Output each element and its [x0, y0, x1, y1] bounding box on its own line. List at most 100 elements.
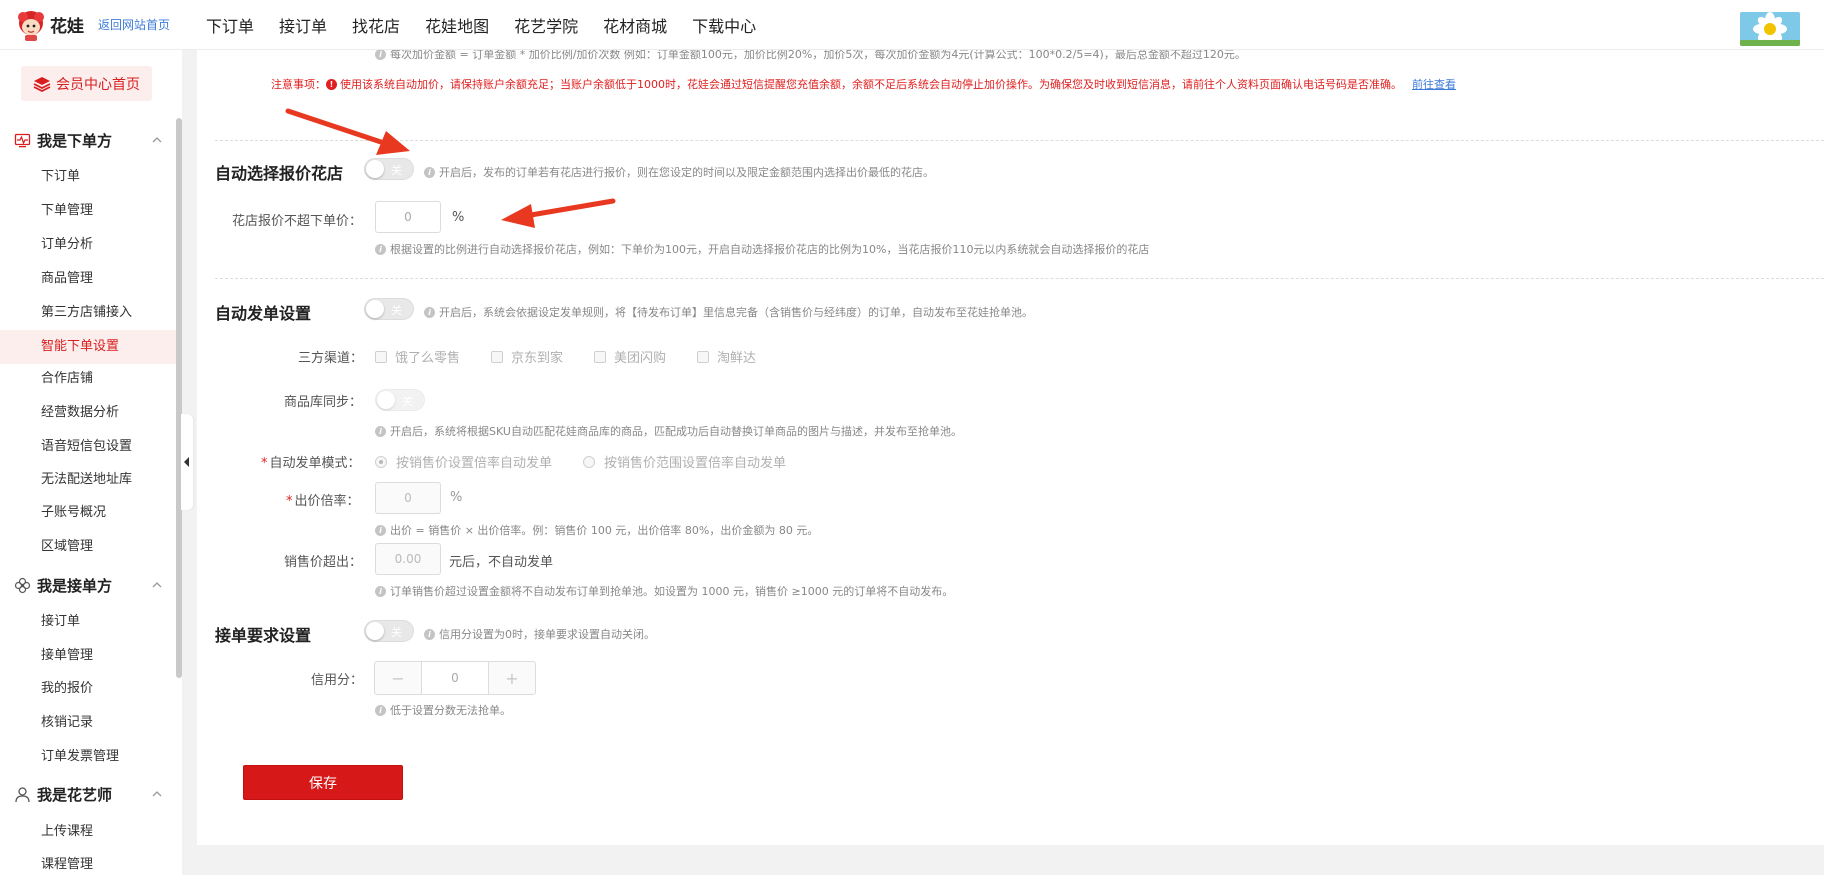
- quote-limit-suffix: %: [452, 210, 465, 225]
- sidebar-item-take-order-management[interactable]: 接单管理: [0, 641, 178, 671]
- quote-limit-input[interactable]: 0: [375, 201, 441, 233]
- toggle-knob: [366, 300, 384, 318]
- sidebar-item-place-order[interactable]: 下订单: [0, 162, 178, 192]
- sidebar-group-florist[interactable]: 我是花艺师: [14, 784, 164, 804]
- info-icon: i: [424, 306, 435, 318]
- price-exceed-hint: i 订单销售价超过设置金额将不自动发布订单到抢单池。如设置为 1000 元，销售…: [375, 583, 953, 599]
- site-logo[interactable]: 花娃: [14, 8, 84, 42]
- section-divider: [215, 140, 1824, 141]
- sidebar-item-take-order[interactable]: 接订单: [0, 607, 178, 637]
- notice-label: 注意事项：: [271, 78, 326, 91]
- bid-rate-label: * 出价倍率：: [286, 490, 360, 509]
- price-exceed-input[interactable]: 0.00: [375, 543, 441, 575]
- sidebar-item-partner-stores[interactable]: 合作店铺: [0, 364, 178, 394]
- sidebar-group-orderer[interactable]: 我是下单方: [14, 130, 164, 150]
- back-to-home-link[interactable]: 返回网站首页: [98, 16, 170, 33]
- sidebar-scrollbar[interactable]: [176, 118, 182, 678]
- channel-jddj-checkbox[interactable]: 京东到家: [491, 347, 563, 366]
- member-center-home-button[interactable]: 会员中心首页: [21, 66, 152, 101]
- chevron-up-icon: [150, 578, 164, 592]
- channel-eleme-label: 饿了么零售: [395, 351, 461, 366]
- auto-select-toggle[interactable]: 关: [364, 158, 414, 180]
- member-center-home-label: 会员中心首页: [56, 76, 140, 93]
- bid-rate-hint: i 出价 = 销售价 × 出价倍率。例：销售价 100 元，出价倍率 80%，出…: [375, 522, 818, 538]
- member-stack-icon: [33, 76, 51, 92]
- order-requirement-toggle[interactable]: 关: [364, 620, 414, 642]
- bid-rate-input[interactable]: 0: [375, 482, 441, 514]
- sidebar-item-region-management[interactable]: 区域管理: [0, 532, 178, 562]
- product-sync-hint: i 开启后，系统将根据SKU自动匹配花娃商品库的商品，匹配成功后自动替换订单商品…: [375, 423, 962, 439]
- info-icon: i: [375, 425, 386, 437]
- sidebar-group-florist-label: 我是花艺师: [37, 785, 113, 804]
- channel-meituan-label: 美团闪购: [614, 351, 667, 366]
- price-exceed-hint-text: 订单销售价超过设置金额将不自动发布订单到抢单池。如设置为 1000 元，销售价 …: [390, 585, 954, 598]
- sidebar-item-redemption-records[interactable]: 核销记录: [0, 708, 178, 738]
- sidebar-collapse-toggle[interactable]: [181, 414, 193, 510]
- sidebar-group-receiver[interactable]: 我是接单方: [14, 575, 164, 595]
- sidebar-item-order-analysis[interactable]: 订单分析: [0, 230, 178, 260]
- radio-dot: [375, 455, 387, 468]
- main-nav: 下订单 接订单 找花店 花娃地图 花艺学院 花材商城 下载中心: [206, 13, 781, 37]
- info-icon: i: [424, 628, 435, 640]
- nav-map[interactable]: 花娃地图: [425, 13, 489, 37]
- checkbox-box: [594, 350, 606, 363]
- mode-by-rate-radio[interactable]: 按销售价设置倍率自动发单: [375, 452, 552, 471]
- info-icon: i: [375, 243, 386, 255]
- brand-name: 花娃: [50, 17, 84, 37]
- sidebar-item-order-management[interactable]: 下单管理: [0, 196, 178, 226]
- nav-mall[interactable]: 花材商城: [603, 13, 667, 37]
- product-sync-toggle[interactable]: 关: [375, 389, 425, 411]
- toggle-knob: [366, 622, 384, 640]
- quote-limit-label: 花店报价不超下单价：: [232, 214, 363, 229]
- dispatch-mode-label-text: 自动发单模式：: [269, 456, 361, 471]
- chevron-up-icon: [150, 787, 164, 801]
- sidebar-item-invoice-management[interactable]: 订单发票管理: [0, 742, 178, 772]
- credit-score-input[interactable]: 0: [421, 662, 489, 694]
- sidebar-item-sms-package[interactable]: 语音短信包设置: [0, 432, 178, 462]
- auto-dispatch-toggle[interactable]: 关: [364, 298, 414, 320]
- logo-mascot-icon: [14, 8, 48, 42]
- sidebar-item-smart-order-settings[interactable]: 智能下单设置: [0, 330, 178, 364]
- third-party-channels-label: 三方渠道：: [298, 351, 364, 366]
- credit-decrease-button[interactable]: −: [375, 662, 421, 694]
- credit-increase-button[interactable]: +: [489, 662, 535, 694]
- checkbox-box: [491, 350, 503, 363]
- sidebar-item-undeliverable-addresses[interactable]: 无法配送地址库: [0, 465, 178, 495]
- checkbox-box: [375, 350, 387, 363]
- sidebar-group-orderer-label: 我是下单方: [37, 131, 113, 150]
- nav-find-florist[interactable]: 找花店: [352, 13, 400, 37]
- sidebar-item-product-management[interactable]: 商品管理: [0, 264, 178, 294]
- toggle-knob: [377, 391, 395, 409]
- channel-taoxianda-label: 淘鲜达: [717, 351, 757, 366]
- sidebar-item-business-data[interactable]: 经营数据分析: [0, 398, 178, 428]
- nav-academy[interactable]: 花艺学院: [514, 13, 578, 37]
- go-view-link[interactable]: 前往查看: [1412, 76, 1456, 92]
- toggle-knob: [366, 160, 384, 178]
- channel-taoxianda-checkbox[interactable]: 淘鲜达: [697, 347, 756, 366]
- nav-place-order[interactable]: 下订单: [206, 13, 254, 37]
- section-divider: [215, 278, 1824, 279]
- dispatch-mode-label: * 自动发单模式：: [261, 452, 361, 471]
- info-icon: i: [375, 48, 386, 60]
- quote-limit-hint: i 根据设置的比例进行自动选择报价花店，例如：下单价为100元，开启自动选择报价…: [375, 241, 1149, 257]
- sidebar-item-sub-accounts[interactable]: 子账号概况: [0, 498, 178, 528]
- save-button[interactable]: 保存: [243, 765, 403, 800]
- user-avatar[interactable]: [1740, 12, 1800, 46]
- sidebar-item-upload-course[interactable]: 上传课程: [0, 817, 178, 847]
- toggle-off-label: 关: [391, 164, 402, 177]
- channel-meituan-checkbox[interactable]: 美团闪购: [594, 347, 666, 366]
- channel-eleme-checkbox[interactable]: 饿了么零售: [375, 347, 460, 366]
- sidebar-item-my-quotes[interactable]: 我的报价: [0, 674, 178, 704]
- sidebar-item-course-management[interactable]: 课程管理: [0, 850, 178, 875]
- nav-download-center[interactable]: 下载中心: [692, 13, 756, 37]
- credit-score-hint-text: 低于设置分数无法抢单。: [390, 704, 511, 717]
- price-exceed-suffix: 元后，不自动发单: [449, 555, 554, 570]
- chevron-up-icon: [150, 133, 164, 147]
- order-requirement-hint: i 信用分设置为0时，接单要求设置自动关闭。: [424, 626, 655, 642]
- mode-by-range-radio[interactable]: 按销售价范围设置倍率自动发单: [583, 452, 786, 471]
- sidebar-item-third-party-store[interactable]: 第三方店铺接入: [0, 298, 178, 328]
- auto-dispatch-hint-text: 开启后，系统会依据设定发单规则，将【待发布订单】里信息完备（含销售价与经纬度）的…: [439, 306, 1033, 319]
- auto-dispatch-hint: i 开启后，系统会依据设定发单规则，将【待发布订单】里信息完备（含销售价与经纬度…: [424, 304, 1033, 320]
- order-requirement-section-title: 接单要求设置: [215, 626, 312, 645]
- nav-take-order[interactable]: 接订单: [279, 13, 327, 37]
